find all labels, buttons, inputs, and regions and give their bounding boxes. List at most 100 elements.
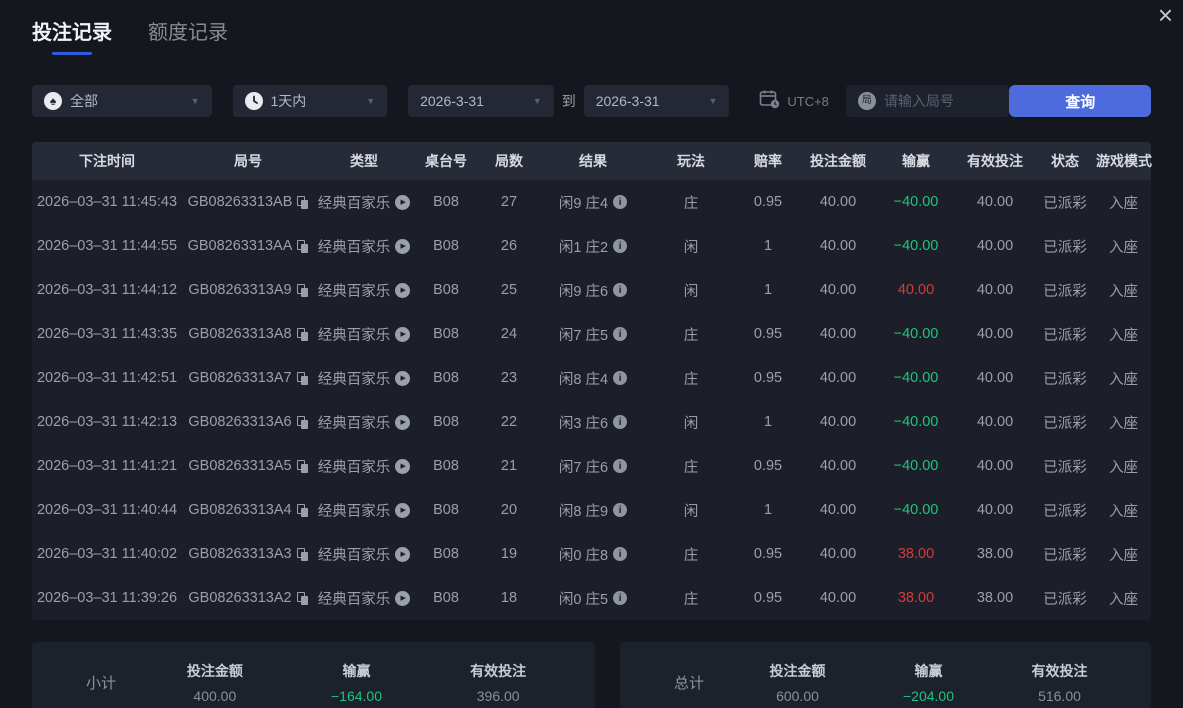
round-count: 18 (478, 590, 540, 606)
tab-quota-records-label: 额度记录 (148, 16, 228, 45)
play-icon[interactable]: ▶ (395, 415, 410, 430)
play-icon[interactable]: ▶ (395, 459, 410, 474)
bet-amount: 40.00 (800, 590, 876, 606)
copy-icon[interactable] (297, 592, 308, 605)
copy-icon[interactable] (297, 548, 308, 561)
play-icon[interactable]: ▶ (395, 283, 410, 298)
bet-amount: 40.00 (800, 282, 876, 298)
table-row: 2026–03–31 11:44:12GB08263313A9经典百家乐▶B08… (32, 268, 1151, 312)
table-row: 2026–03–31 11:39:26GB08263313A2经典百家乐▶B08… (32, 576, 1151, 620)
table-number: B08 (414, 326, 478, 342)
odds: 0.95 (736, 590, 800, 606)
info-icon[interactable]: i (613, 195, 627, 209)
bet-time: 2026–03–31 11:40:44 (32, 502, 182, 518)
play-type: 庄 (646, 456, 736, 477)
chevron-down-icon: ▼ (708, 96, 717, 106)
col-game-type: 类型 (314, 151, 414, 171)
tab-betting-records[interactable]: 投注记录 (32, 16, 112, 55)
info-icon[interactable]: i (613, 415, 627, 429)
game-mode: 入座 (1096, 280, 1151, 301)
copy-icon[interactable] (297, 284, 308, 297)
table-number: B08 (414, 282, 478, 298)
table-body: 2026–03–31 11:45:43GB08263313AB经典百家乐▶B08… (32, 180, 1151, 620)
copy-icon[interactable] (297, 240, 308, 253)
bet-time: 2026–03–31 11:40:02 (32, 546, 182, 562)
game-mode: 入座 (1096, 544, 1151, 565)
play-icon[interactable]: ▶ (395, 195, 410, 210)
info-icon[interactable]: i (613, 283, 627, 297)
play-icon[interactable]: ▶ (395, 503, 410, 518)
play-type: 庄 (646, 544, 736, 565)
status: 已派彩 (1034, 236, 1096, 257)
date-to-value: 2026-3-31 (596, 93, 660, 109)
status: 已派彩 (1034, 456, 1096, 477)
bet-time: 2026–03–31 11:42:13 (32, 414, 182, 430)
play-icon[interactable]: ▶ (395, 547, 410, 562)
play-icon[interactable]: ▶ (395, 239, 410, 254)
col-game-mode: 游戏模式 (1096, 151, 1151, 171)
clock-icon (245, 92, 263, 110)
date-to-picker[interactable]: 2026-3-31 ▼ (584, 85, 730, 117)
bet-time: 2026–03–31 11:43:35 (32, 326, 182, 342)
round-id: GB08263313A7 (182, 370, 314, 386)
col-result: 结果 (540, 151, 646, 171)
play-icon[interactable]: ▶ (395, 327, 410, 342)
win-loss: −40.00 (876, 238, 956, 254)
valid-bet: 40.00 (956, 502, 1034, 518)
tab-quota-records[interactable]: 额度记录 (148, 16, 228, 55)
copy-icon[interactable] (297, 328, 308, 341)
info-icon[interactable]: i (613, 547, 627, 561)
win-loss: −40.00 (876, 194, 956, 210)
copy-icon[interactable] (297, 416, 308, 429)
result: 闲0 庄8i (540, 544, 646, 565)
date-from-picker[interactable]: 2026-3-31 ▼ (408, 85, 554, 117)
copy-icon[interactable] (297, 196, 308, 209)
round-count: 20 (478, 502, 540, 518)
close-icon[interactable]: × (1158, 2, 1173, 28)
round-count: 27 (478, 194, 540, 210)
odds: 1 (736, 502, 800, 518)
bet-time: 2026–03–31 11:45:43 (32, 194, 182, 210)
play-type: 庄 (646, 192, 736, 213)
result: 闲9 庄6i (540, 280, 646, 301)
total-win-loss: 输赢 −204.00 (863, 661, 994, 704)
bet-time: 2026–03–31 11:41:21 (32, 458, 182, 474)
info-icon[interactable]: i (613, 371, 627, 385)
win-loss: −40.00 (876, 370, 956, 386)
info-icon[interactable]: i (613, 239, 627, 253)
game-type-select[interactable]: ♠ 全部 ▼ (32, 85, 212, 117)
info-icon[interactable]: i (613, 591, 627, 605)
result: 闲9 庄4i (540, 192, 646, 213)
col-table-number: 桌台号 (414, 151, 478, 171)
round-count: 24 (478, 326, 540, 342)
play-icon[interactable]: ▶ (395, 591, 410, 606)
play-icon[interactable]: ▶ (395, 371, 410, 386)
col-bet-amount: 投注金额 (800, 151, 876, 171)
table-row: 2026–03–31 11:43:35GB08263313A8经典百家乐▶B08… (32, 312, 1151, 356)
betting-records-modal: × 投注记录 额度记录 ♠ 全部 ▼ 1天内 ▼ 2026-3-31 ▼ 到 (0, 0, 1183, 708)
round-count: 25 (478, 282, 540, 298)
copy-icon[interactable] (297, 460, 308, 473)
round-count: 19 (478, 546, 540, 562)
info-icon[interactable]: i (613, 327, 627, 341)
tab-bar: 投注记录 额度记录 (0, 0, 1183, 55)
round-id: GB08263313A5 (182, 458, 314, 474)
bet-amount: 40.00 (800, 458, 876, 474)
timezone-indicator: UTC+8 (759, 89, 829, 114)
copy-icon[interactable] (297, 504, 308, 517)
copy-icon[interactable] (297, 372, 308, 385)
bet-time: 2026–03–31 11:44:12 (32, 282, 182, 298)
bet-time: 2026–03–31 11:39:26 (32, 590, 182, 606)
col-bet-time: 下注时间 (32, 151, 182, 171)
subtotal-panel: 小计 投注金额 400.00 输赢 −164.00 有效投注 396.00 (32, 642, 595, 708)
round-search-input[interactable] (884, 93, 994, 109)
round-search-box[interactable]: 局 (846, 85, 1010, 117)
info-icon[interactable]: i (613, 503, 627, 517)
query-button[interactable]: 查询 (1009, 85, 1151, 117)
result: 闲0 庄5i (540, 588, 646, 609)
info-icon[interactable]: i (613, 459, 627, 473)
bet-amount: 40.00 (800, 370, 876, 386)
time-range-select[interactable]: 1天内 ▼ (233, 85, 388, 117)
table-row: 2026–03–31 11:44:55GB08263313AA经典百家乐▶B08… (32, 224, 1151, 268)
play-type: 闲 (646, 280, 736, 301)
